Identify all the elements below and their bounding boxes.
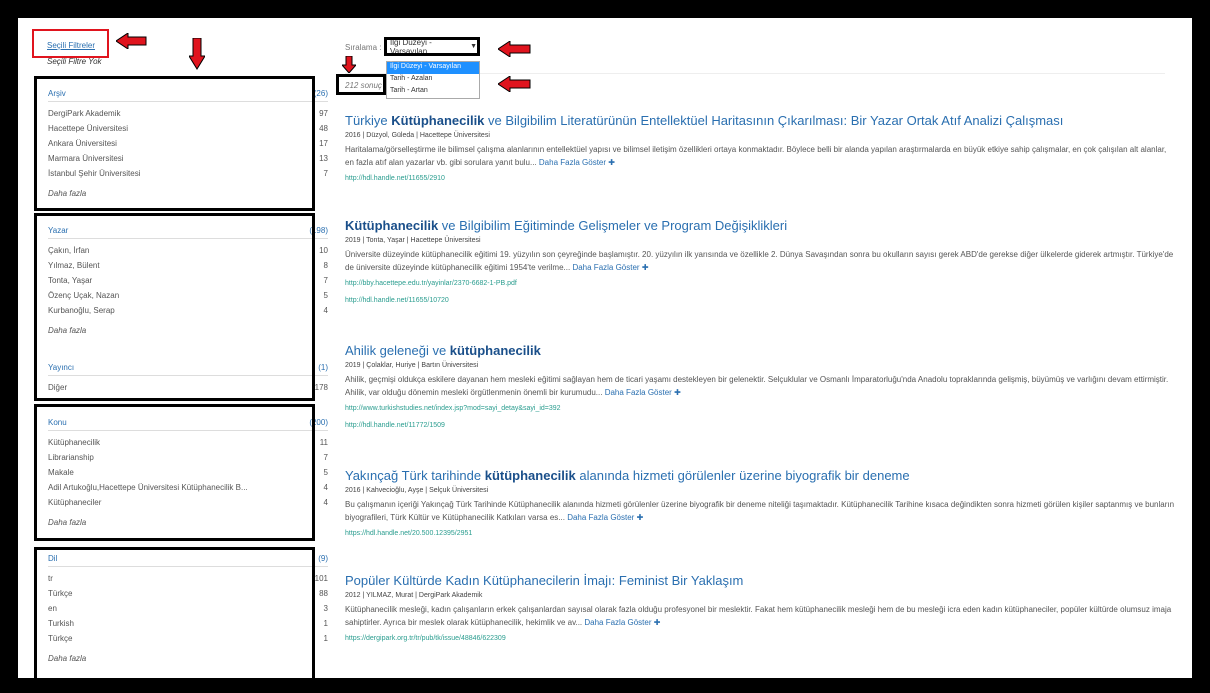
sort-option[interactable]: İlgi Düzeyi - Varsayılan xyxy=(387,62,479,74)
result-link[interactable]: http://www.turkishstudies.net/index.jsp?… xyxy=(345,405,1175,412)
filters-highlight-box xyxy=(32,29,109,58)
result-link[interactable]: http://bby.hacettepe.edu.tr/yayinlar/237… xyxy=(345,280,1175,287)
left-arrow-icon xyxy=(498,41,531,57)
facet-item-count: 10 xyxy=(319,246,328,255)
facet-item-count: 88 xyxy=(319,589,328,598)
facet-item-count: 5 xyxy=(323,468,328,477)
facet-item-count: 13 xyxy=(319,154,328,163)
result-item: Türkiye Kütüphanecilik ve Bilgibilim Lit… xyxy=(345,113,1175,182)
result-title[interactable]: Türkiye Kütüphanecilik ve Bilgibilim Lit… xyxy=(345,113,1175,128)
result-item: Kütüphanecilik ve Bilgibilim Eğitiminde … xyxy=(345,218,1175,304)
facet-item-count: 97 xyxy=(319,109,328,118)
facet-item-count: 4 xyxy=(323,498,328,507)
result-meta: 2016 | Kahvecioğlu, Ayşe | Selçuk Üniver… xyxy=(345,487,489,494)
plus-icon[interactable]: ✚ xyxy=(674,388,681,397)
show-more-link[interactable]: Daha Fazla Göster xyxy=(539,158,606,167)
plus-icon[interactable]: ✚ xyxy=(608,158,615,167)
down-arrow-icon xyxy=(342,56,356,74)
plus-icon[interactable]: ✚ xyxy=(654,618,661,627)
result-abstract: Ahilik, geçmişi oldukça eskilere dayanan… xyxy=(345,375,1169,397)
sort-dropdown: İlgi Düzeyi - Varsayılan Tarih - Azalan … xyxy=(386,61,480,99)
show-more-link[interactable]: Daha Fazla Göster xyxy=(572,263,639,272)
facet-count: (26) xyxy=(313,89,328,98)
result-abstract: Üniversite düzeyinde kütüphanecilik eğit… xyxy=(345,250,1174,272)
facet-item-count: 1 xyxy=(323,634,328,643)
result-meta: 2016 | Düzyol, Güleda | Hacettepe Üniver… xyxy=(345,132,490,139)
facet-item-count: 4 xyxy=(323,306,328,315)
sort-option[interactable]: Tarih - Artan xyxy=(387,86,479,98)
result-title[interactable]: Kütüphanecilik ve Bilgibilim Eğitiminde … xyxy=(345,218,1175,233)
result-item: Popüler Kültürde Kadın Kütüphanecilerin … xyxy=(345,573,1175,642)
count-highlight-box xyxy=(336,74,386,95)
facet-item-count: 178 xyxy=(314,383,328,392)
facet-highlight-box xyxy=(34,547,315,678)
facet-highlight-box xyxy=(34,404,315,541)
result-item: Ahilik geleneği ve kütüphanecilik 2019 |… xyxy=(345,343,1175,429)
sort-option[interactable]: Tarih - Azalan xyxy=(387,74,479,86)
down-arrow-icon xyxy=(189,38,205,70)
result-link[interactable]: https://dergipark.org.tr/tr/pub/tk/issue… xyxy=(345,635,1175,642)
result-link[interactable]: https://hdl.handle.net/20.500.12395/2951 xyxy=(345,530,1175,537)
facet-item-count: 3 xyxy=(323,604,328,613)
plus-icon[interactable]: ✚ xyxy=(642,263,649,272)
plus-icon[interactable]: ✚ xyxy=(637,513,644,522)
show-more-link[interactable]: Daha Fazla Göster xyxy=(584,618,651,627)
result-link[interactable]: http://hdl.handle.net/11655/2910 xyxy=(345,175,1175,182)
result-meta: 2012 | YILMAZ, Murat | DergiPark Akademi… xyxy=(345,592,483,599)
facet-item-count: 4 xyxy=(323,483,328,492)
result-abstract: Haritalama/görselleştirme ile bilimsel ç… xyxy=(345,145,1167,167)
result-abstract: Kütüphanecilik mesleği, kadın çalışanlar… xyxy=(345,605,1172,627)
facet-highlight-box xyxy=(34,213,315,401)
facet-item-count: 7 xyxy=(323,276,328,285)
result-abstract: Bu çalışmanın içeriği Yakınçağ Türk Tari… xyxy=(345,500,1175,522)
sort-label: Sıralama : xyxy=(345,43,382,52)
facet-item-count: 1 xyxy=(323,619,328,628)
facet-item-count: 5 xyxy=(323,291,328,300)
facet-count: (9) xyxy=(318,554,328,563)
sort-highlight-box xyxy=(384,37,480,56)
no-selected-filters: Seçili Filtre Yok xyxy=(47,57,102,66)
facet-item-count: 8 xyxy=(323,261,328,270)
result-title[interactable]: Ahilik geleneği ve kütüphanecilik xyxy=(345,343,1175,358)
result-meta: 2019 | Tonta, Yaşar | Hacettepe Üniversi… xyxy=(345,237,481,244)
facet-count: (1) xyxy=(318,363,328,372)
show-more-link[interactable]: Daha Fazla Göster xyxy=(605,388,672,397)
left-arrow-icon xyxy=(498,76,531,92)
show-more-link[interactable]: Daha Fazla Göster xyxy=(567,513,634,522)
facet-item-count: 7 xyxy=(323,453,328,462)
result-link[interactable]: http://hdl.handle.net/11772/1509 xyxy=(345,422,1175,429)
facet-item-count: 7 xyxy=(323,169,328,178)
page: Seçili Filtreler Seçili Filtre Yok Arşiv… xyxy=(18,18,1192,678)
facet-item-count: 48 xyxy=(319,124,328,133)
result-meta: 2019 | Çolaklar, Huriye | Bartın Ünivers… xyxy=(345,362,479,369)
result-title[interactable]: Popüler Kültürde Kadın Kütüphanecilerin … xyxy=(345,573,1175,588)
result-title[interactable]: Yakınçağ Türk tarihinde kütüphanecilik a… xyxy=(345,468,1175,483)
left-arrow-icon xyxy=(116,33,147,49)
facet-highlight-box xyxy=(34,76,315,211)
facet-item-count: 11 xyxy=(319,438,328,447)
facet-item-count: 101 xyxy=(314,574,328,583)
facet-item-count: 17 xyxy=(319,139,328,148)
result-item: Yakınçağ Türk tarihinde kütüphanecilik a… xyxy=(345,468,1175,537)
result-link[interactable]: http://hdl.handle.net/11655/10720 xyxy=(345,297,1175,304)
